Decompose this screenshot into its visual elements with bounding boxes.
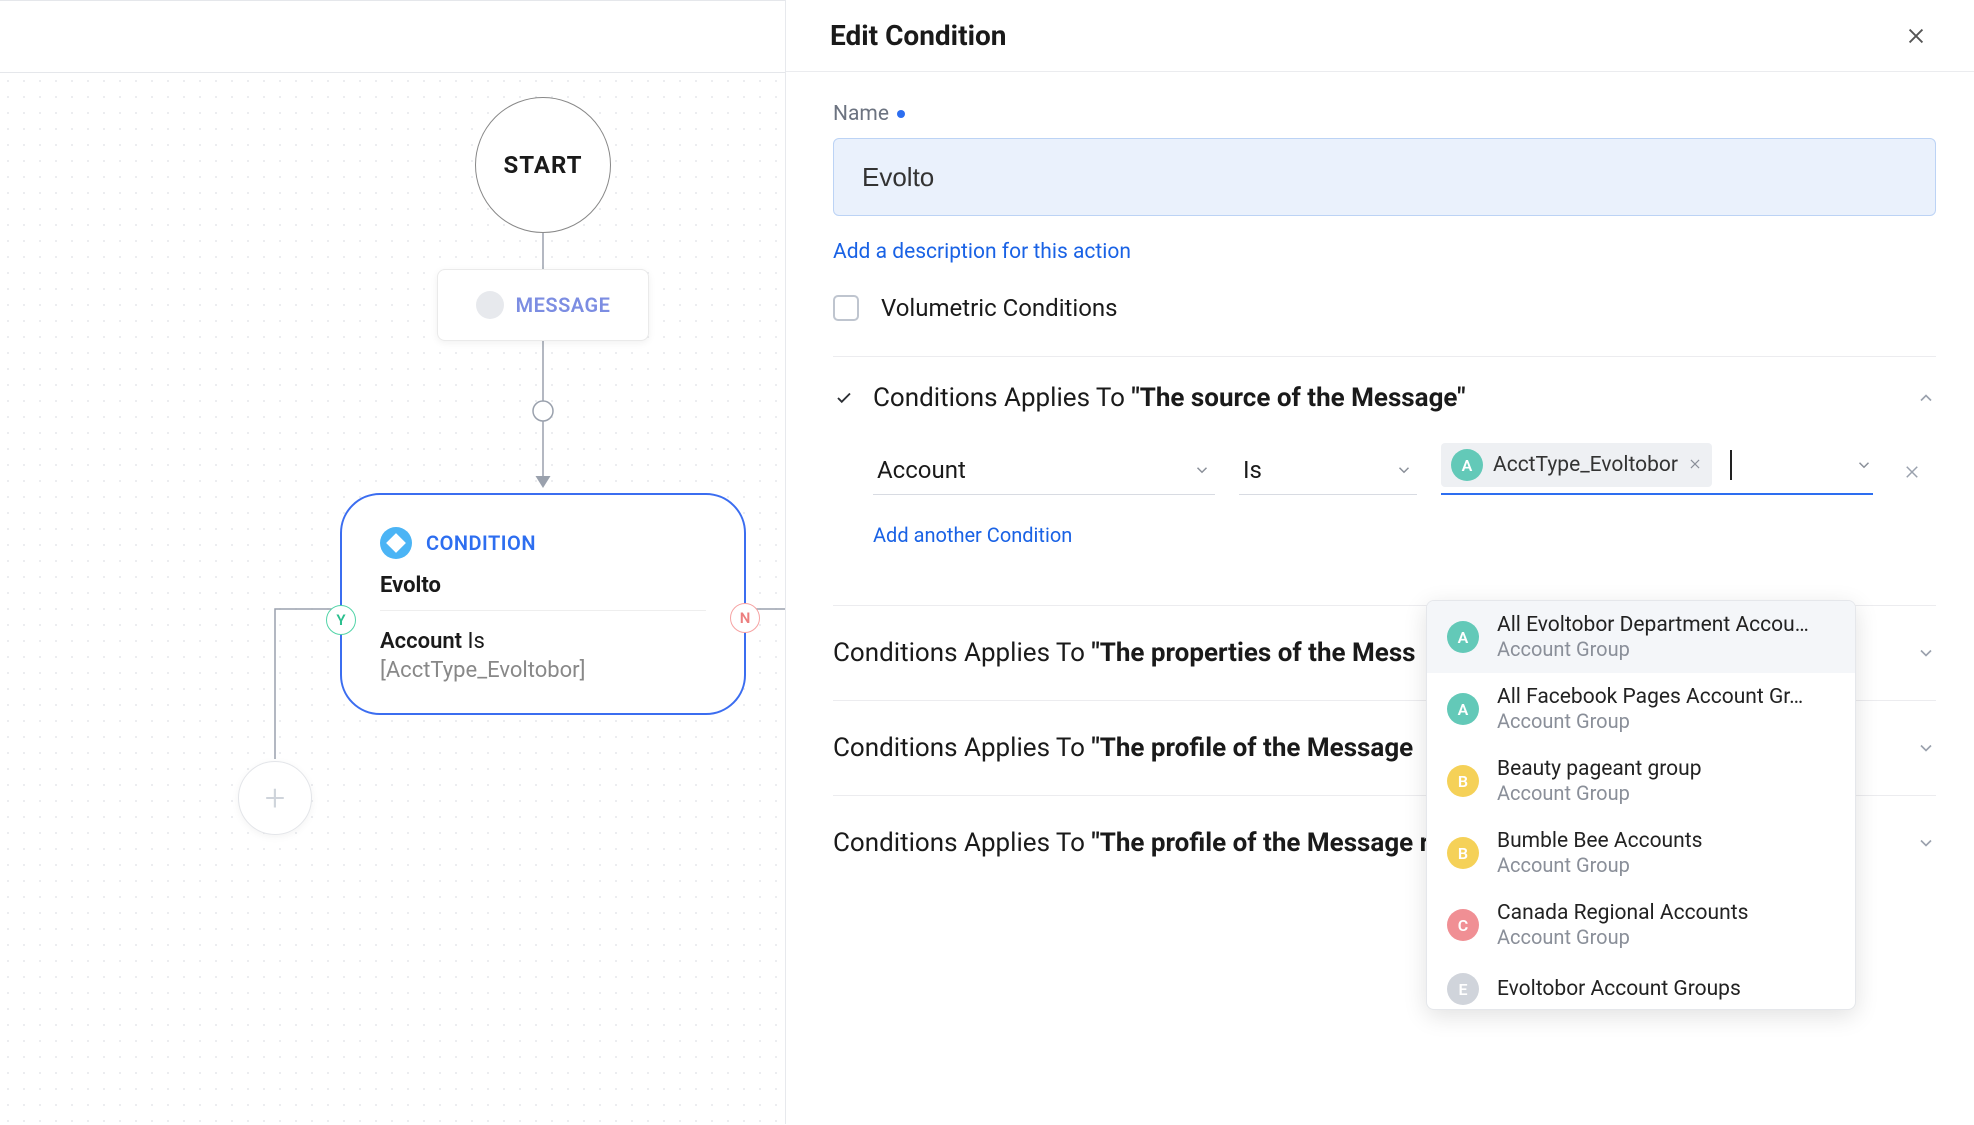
close-icon: [1905, 25, 1927, 47]
dropdown-option[interactable]: A All Facebook Pages Account Gr… Account…: [1427, 673, 1855, 745]
condition-row: Account Is A AcctType_Evoltobor: [873, 443, 1936, 495]
option-name: Bumble Bee Accounts: [1497, 829, 1702, 853]
condition-node-type: CONDITION: [426, 531, 536, 555]
volumetric-label: Volumetric Conditions: [881, 294, 1118, 322]
chevron-down-icon: [1855, 456, 1873, 474]
dropdown-option[interactable]: A All Evoltobor Department Accou… Accoun…: [1427, 601, 1855, 673]
name-input[interactable]: [833, 138, 1936, 216]
option-name: All Facebook Pages Account Gr…: [1497, 685, 1803, 709]
conditions-section-source: Conditions Applies To "The source of the…: [833, 357, 1936, 573]
option-avatar: B: [1447, 837, 1479, 869]
message-node-label: MESSAGE: [516, 293, 611, 317]
section-quoted: "The properties of the Mess: [1091, 638, 1415, 668]
chevron-down-icon: [1193, 461, 1211, 479]
volumetric-checkbox[interactable]: [833, 295, 859, 321]
name-field-group: Name: [833, 102, 1936, 216]
option-name: Canada Regional Accounts: [1497, 901, 1748, 925]
checkmark-icon: [833, 389, 855, 407]
option-subtitle: Account Group: [1497, 709, 1803, 733]
name-label: Name: [833, 102, 889, 126]
message-icon: [476, 291, 504, 319]
dropdown-option[interactable]: E Evoltobor Account Groups: [1427, 961, 1855, 1009]
chevron-down-icon: [1395, 461, 1413, 479]
chip-remove-icon[interactable]: [1688, 453, 1702, 477]
value-chip[interactable]: A AcctType_Evoltobor: [1441, 443, 1712, 487]
panel-header: Edit Condition: [786, 0, 1974, 72]
add-node-button[interactable]: +: [238, 761, 312, 835]
plus-icon: +: [265, 777, 285, 819]
section-prefix: Conditions Applies To: [873, 383, 1131, 413]
option-name: Beauty pageant group: [1497, 757, 1702, 781]
section-quoted: "The profile of the Message: [1091, 733, 1413, 763]
section-prefix: Conditions Applies To: [833, 828, 1091, 858]
add-another-condition-link[interactable]: Add another Condition: [873, 523, 1072, 547]
yes-branch-badge[interactable]: Y: [326, 605, 356, 635]
option-name: Evoltobor Account Groups: [1497, 977, 1741, 1001]
chevron-down-icon: [1916, 643, 1936, 663]
option-subtitle: Account Group: [1497, 781, 1702, 805]
condition-node-value: [AcctType_Evoltobor]: [380, 658, 706, 683]
option-subtitle: Account Group: [1497, 853, 1702, 877]
close-button[interactable]: [1902, 22, 1930, 50]
condition-node-summary: Account Is: [380, 629, 706, 654]
option-subtitle: Account Group: [1497, 925, 1748, 949]
option-avatar: B: [1447, 765, 1479, 797]
condition-operator-value: Is: [1243, 456, 1262, 484]
option-avatar: A: [1447, 693, 1479, 725]
condition-value-input[interactable]: A AcctType_Evoltobor: [1441, 443, 1873, 495]
section-prefix: Conditions Applies To: [833, 733, 1091, 763]
value-dropdown[interactable]: A All Evoltobor Department Accou… Accoun…: [1426, 600, 1856, 1010]
panel-title: Edit Condition: [830, 19, 1006, 52]
option-avatar: A: [1447, 621, 1479, 653]
option-name: All Evoltobor Department Accou…: [1497, 613, 1809, 637]
chip-avatar: A: [1451, 449, 1483, 481]
option-avatar: C: [1447, 909, 1479, 941]
text-cursor: [1730, 450, 1732, 480]
no-branch-badge[interactable]: N: [730, 603, 760, 633]
chevron-up-icon: [1916, 388, 1936, 408]
option-subtitle: Account Group: [1497, 637, 1809, 661]
condition-node-title: Evolto: [380, 573, 706, 598]
add-description-link[interactable]: Add a description for this action: [833, 240, 1131, 264]
required-indicator: [897, 110, 905, 118]
chevron-down-icon: [1916, 738, 1936, 758]
condition-operator-select[interactable]: Is: [1239, 450, 1417, 495]
condition-icon: [380, 527, 412, 559]
edit-condition-panel: Edit Condition Name Add a description fo…: [785, 0, 1974, 1124]
section-quoted: "The source of the Message": [1131, 383, 1465, 413]
section-header-source[interactable]: Conditions Applies To "The source of the…: [833, 383, 1936, 413]
chip-label: AcctType_Evoltobor: [1493, 453, 1678, 477]
message-node[interactable]: MESSAGE: [437, 269, 649, 341]
dropdown-option[interactable]: B Beauty pageant group Account Group: [1427, 745, 1855, 817]
chevron-down-icon: [1916, 833, 1936, 853]
condition-node[interactable]: CONDITION Evolto Account Is [AcctType_Ev…: [340, 493, 746, 715]
dropdown-option[interactable]: B Bumble Bee Accounts Account Group: [1427, 817, 1855, 889]
delete-row-icon[interactable]: [1903, 463, 1921, 495]
start-node-label: START: [503, 151, 582, 179]
start-node[interactable]: START: [475, 97, 611, 233]
flow-canvas[interactable]: START MESSAGE CONDITION Evolto Account I…: [0, 0, 785, 1124]
condition-field-value: Account: [877, 456, 966, 484]
condition-field-select[interactable]: Account: [873, 450, 1215, 495]
option-avatar: E: [1447, 973, 1479, 1005]
section-prefix: Conditions Applies To: [833, 638, 1091, 668]
divider: [380, 610, 706, 611]
dropdown-option[interactable]: C Canada Regional Accounts Account Group: [1427, 889, 1855, 961]
